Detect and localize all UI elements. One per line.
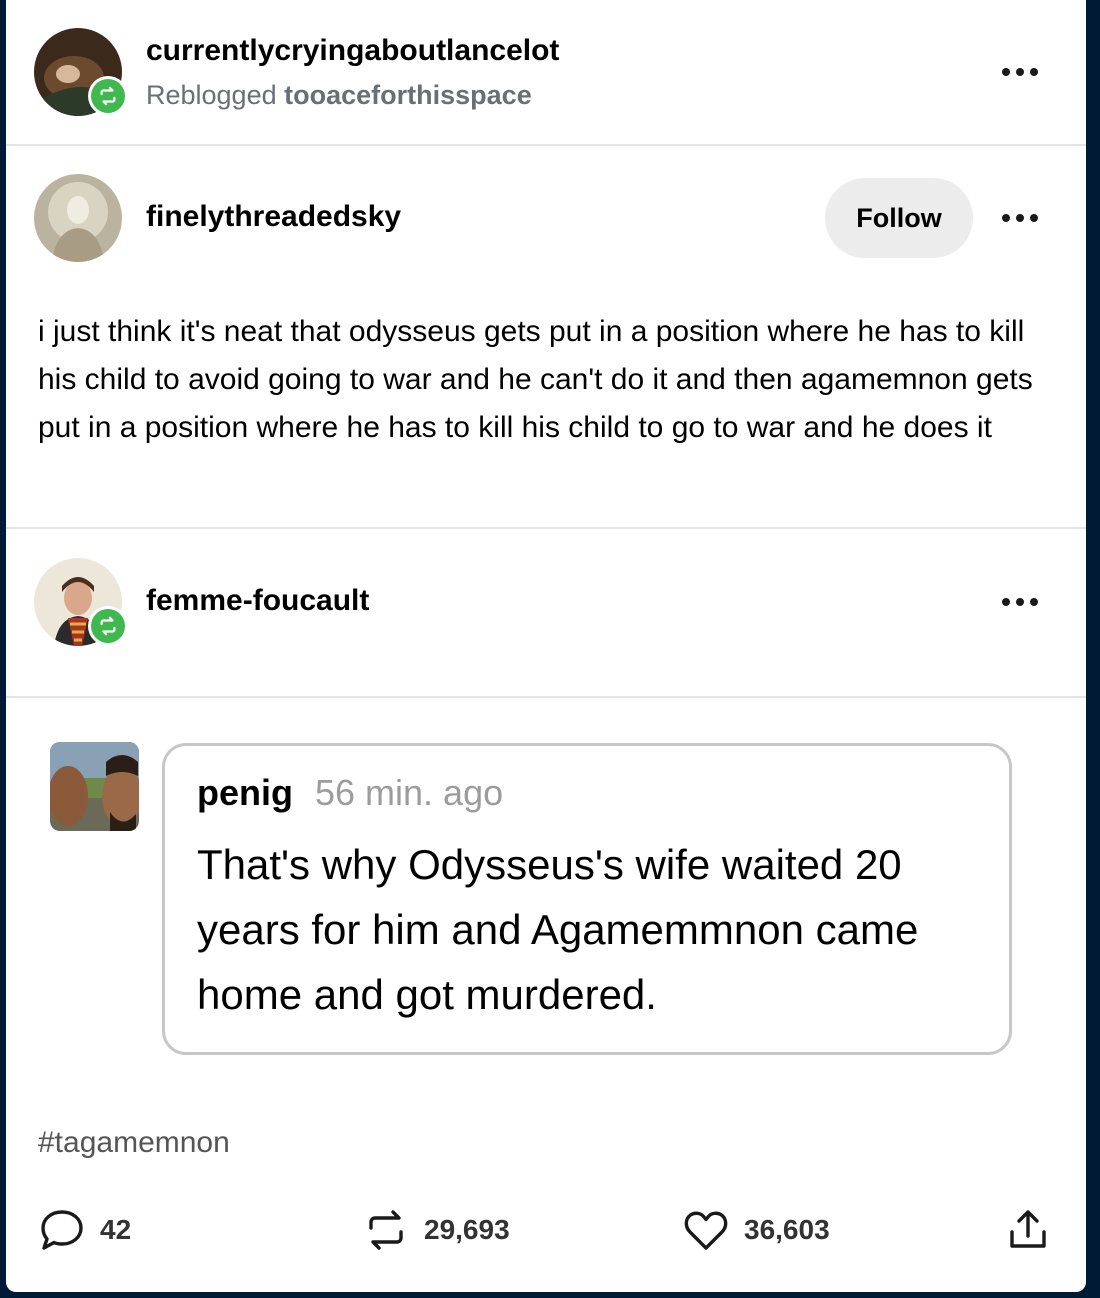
follow-button[interactable]: Follow (825, 178, 973, 258)
finelythreadedsky-avatar[interactable] (34, 174, 122, 262)
post-options-icon[interactable] (1002, 66, 1042, 78)
divider (6, 144, 1086, 146)
quote-username[interactable]: penig (197, 772, 293, 814)
reblogged-from-line: Reblogged tooaceforthisspace (146, 80, 532, 111)
quote-timestamp: 56 min. ago (315, 772, 504, 813)
reblog-icon (369, 1210, 403, 1250)
quote-bubble: penig 56 min. ago That's why Odysseus's … (162, 743, 1012, 1055)
reblogs-button[interactable]: 29,693 (362, 1205, 510, 1255)
reblog-badge (88, 76, 128, 116)
likes-count: 36,603 (744, 1214, 830, 1245)
reblogs-count: 29,693 (424, 1214, 510, 1245)
likes-button[interactable]: 36,603 (682, 1205, 830, 1255)
reblog-icon (100, 616, 116, 636)
replies-button[interactable]: 42 (38, 1205, 131, 1255)
quote-text: That's why Odysseus's wife waited 20 yea… (197, 841, 919, 1018)
share-button[interactable] (1004, 1205, 1052, 1255)
share-icon (1010, 1210, 1046, 1248)
comment-icon (41, 1210, 83, 1250)
reblog-icon (100, 86, 116, 106)
tag-link[interactable]: #tagamemnon (38, 1126, 230, 1160)
divider (6, 696, 1086, 698)
original-post-username[interactable]: finelythreadedsky (146, 200, 401, 234)
replies-count: 42 (100, 1214, 132, 1245)
original-post-text: i just think it's neat that odysseus get… (38, 315, 1033, 444)
post-card: currentlycryingaboutlancelot Reblogged t… (6, 0, 1086, 1292)
divider (6, 527, 1086, 529)
heart-icon (684, 1211, 728, 1250)
reblog-options-icon[interactable] (1002, 596, 1042, 608)
original-post-options-icon[interactable] (1002, 212, 1042, 224)
reblog-badge (88, 606, 128, 646)
reblogged-label: Reblogged (146, 80, 277, 110)
reblogger-username[interactable]: currentlycryingaboutlancelot (146, 34, 559, 68)
reblogged-from-username[interactable]: tooaceforthisspace (284, 80, 532, 110)
penig-avatar[interactable] (50, 742, 139, 831)
reblog-username[interactable]: femme-foucault (146, 584, 369, 618)
